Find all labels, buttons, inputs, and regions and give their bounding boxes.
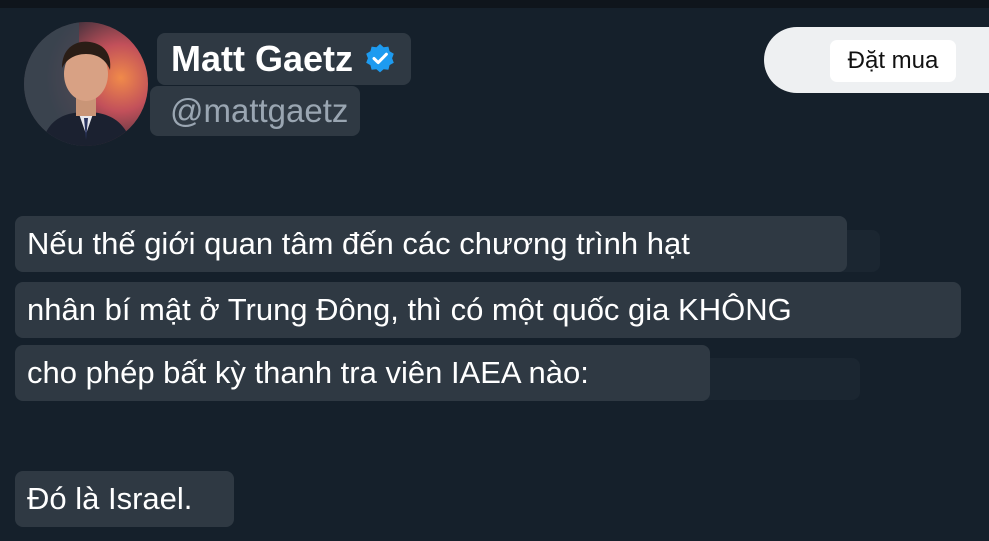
- subscribe-button[interactable]: Đặt mua: [830, 40, 956, 82]
- top-edge-strip: [0, 0, 989, 8]
- tweet-text-line: Nếu thế giới quan tâm đến các chương trì…: [15, 216, 847, 272]
- user-handle[interactable]: @mattgaetz: [150, 86, 361, 136]
- avatar-photo: [24, 22, 148, 146]
- avatar[interactable]: [24, 22, 148, 146]
- tweet-text-line: nhân bí mật ở Trung Đông, thì có một quố…: [15, 282, 961, 338]
- verified-badge-icon: [363, 42, 397, 76]
- display-name-container[interactable]: Matt Gaetz: [157, 33, 412, 85]
- tweet-text-line: Đó là Israel.: [15, 471, 234, 527]
- display-name[interactable]: Matt Gaetz: [171, 41, 353, 77]
- tweet-text-line: cho phép bất kỳ thanh tra viên IAEA nào:: [15, 345, 710, 401]
